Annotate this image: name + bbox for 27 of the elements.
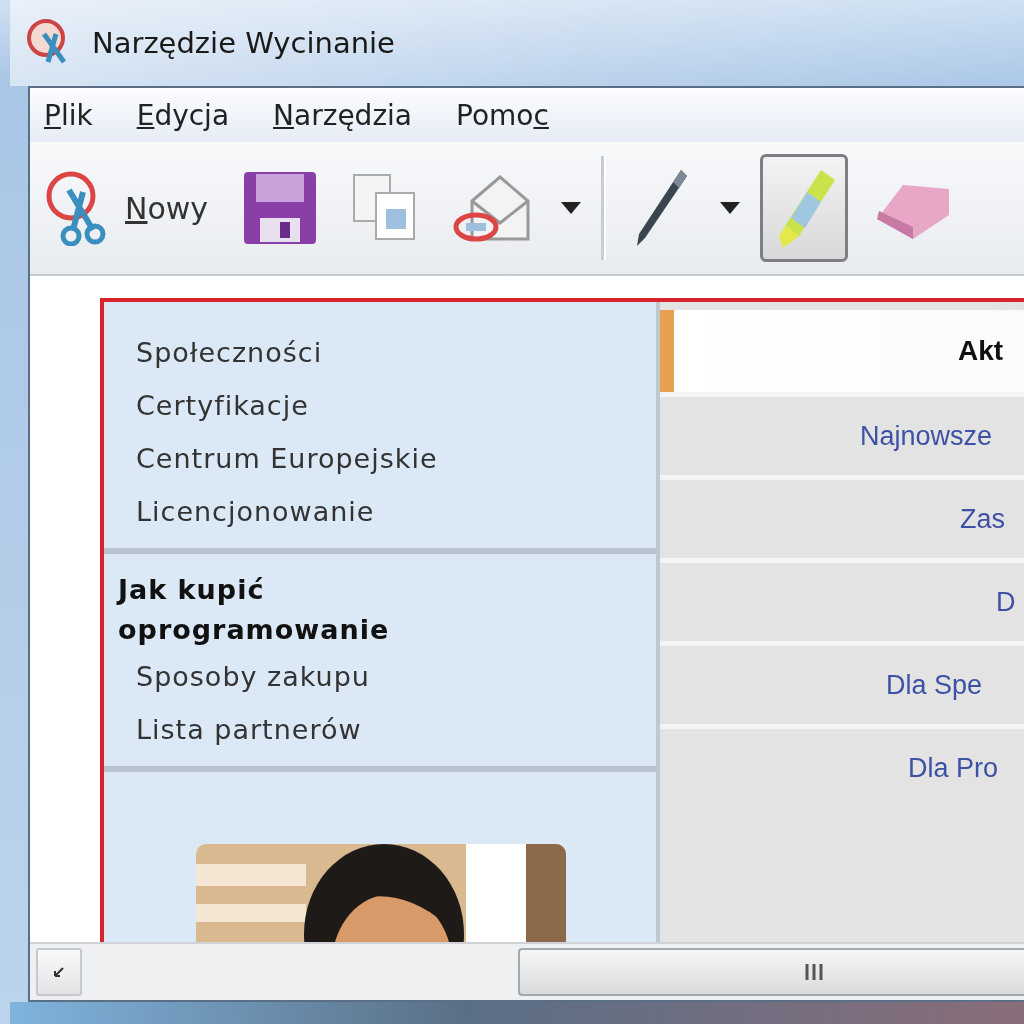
nav-link[interactable]: Dla Pro [908,752,999,784]
nav-link[interactable]: D [996,586,1016,618]
sidebar-link[interactable]: Lista partnerów [104,703,656,756]
arrow-icon [53,966,65,978]
horizontal-scrollbar[interactable] [30,942,1024,1000]
nav-link[interactable]: Najnowsze [860,420,993,452]
grip-icon [804,962,824,982]
nav-link[interactable]: Dla Spe [886,669,983,701]
highlighter-button[interactable] [760,154,849,262]
sidebar-link[interactable]: Społeczności [104,326,656,379]
caret-icon [561,202,582,214]
nav-link[interactable]: Zas [960,503,1005,535]
sidebar-link[interactable]: Sposoby zakupu [104,650,656,703]
window-title: Narzędzie Wycinanie [92,26,395,60]
sidebar-link[interactable]: Centrum Europejskie [104,432,656,485]
menu-item[interactable]: Plik [44,98,93,132]
save-icon [242,170,319,246]
menu-item[interactable]: Pomoc [456,98,549,132]
sidebar-link[interactable]: Certyfikacje [104,379,656,432]
new-button[interactable]: Nowy [34,154,218,262]
menu-item[interactable]: Edycja [136,98,230,132]
sidebar-link[interactable]: Licencjonowanie [104,485,656,538]
sidebar-heading: Jak kupić oprogramowanie [118,573,391,647]
scroll-thumb[interactable] [518,948,1024,996]
header-title: Akt [958,335,1004,367]
caret-icon [720,202,741,214]
menu-item[interactable]: Narzędzia [273,98,413,132]
